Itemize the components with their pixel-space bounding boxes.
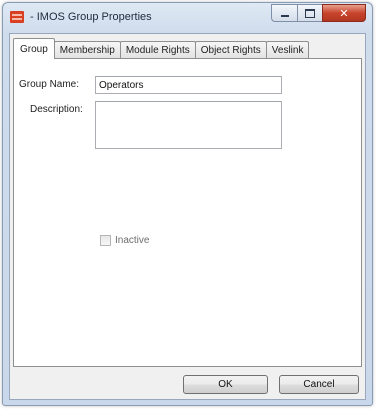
inactive-label: Inactive	[115, 235, 150, 246]
tab-module-rights[interactable]: Module Rights	[119, 41, 196, 59]
tab-object-rights[interactable]: Object Rights	[194, 41, 267, 59]
minimize-button[interactable]	[271, 4, 297, 22]
maximize-button[interactable]	[297, 4, 322, 22]
caption-buttons: ✕	[271, 4, 366, 23]
tab-group[interactable]: Group	[13, 38, 55, 59]
ok-button[interactable]: OK	[183, 375, 268, 394]
group-properties-window: - IMOS Group Properties ✕ Group Membersh…	[2, 2, 373, 406]
window-title: - IMOS Group Properties	[30, 11, 152, 23]
group-tab-panel: Group Name: Description: Inactive	[13, 58, 362, 367]
group-name-input[interactable]	[95, 76, 282, 94]
title-bar[interactable]: - IMOS Group Properties ✕	[3, 3, 372, 33]
description-label: Description:	[30, 104, 83, 115]
minimize-icon	[280, 15, 289, 17]
cancel-button[interactable]: Cancel	[279, 375, 359, 394]
tab-strip: Group Membership Module Rights Object Ri…	[13, 37, 310, 59]
tab-membership[interactable]: Membership	[53, 41, 121, 59]
description-input[interactable]	[95, 101, 282, 149]
tab-veslink[interactable]: Veslink	[265, 41, 310, 59]
inactive-checkbox-row[interactable]: Inactive	[100, 235, 149, 246]
close-button[interactable]: ✕	[322, 4, 366, 22]
maximize-icon	[305, 8, 315, 18]
inactive-checkbox[interactable]	[100, 235, 111, 246]
imos-app-icon[interactable]	[10, 11, 24, 23]
close-icon: ✕	[339, 7, 349, 20]
group-name-label: Group Name:	[19, 79, 80, 90]
dialog-client-area: Group Membership Module Rights Object Ri…	[9, 33, 366, 400]
